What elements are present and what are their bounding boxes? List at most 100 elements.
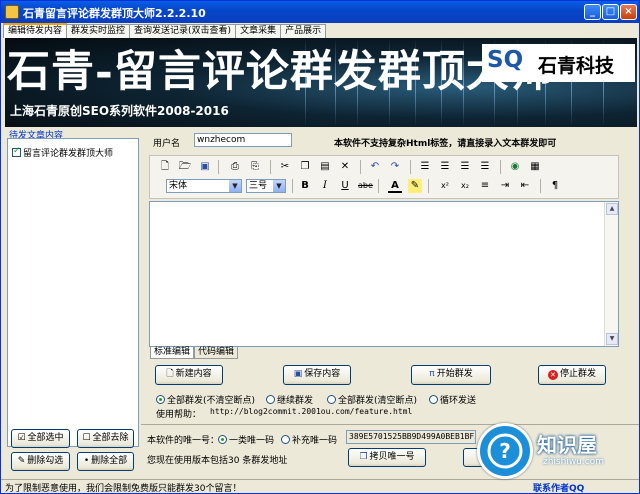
strikethrough-icon[interactable]: abe xyxy=(358,179,373,193)
title-bar[interactable]: 石青留言评论群发群顶大师2.2.2.10 _ □ × xyxy=(1,1,639,23)
pi-icon: π xyxy=(429,369,435,379)
align-center-icon[interactable]: ☰ xyxy=(438,160,452,174)
tab-monitor[interactable]: 群发实时监控 xyxy=(66,24,131,38)
question-icon: ? xyxy=(477,423,533,479)
radio-icon xyxy=(281,435,290,444)
remove-all-button[interactable]: ☐ 全部去除 xyxy=(77,429,134,448)
close-button[interactable]: × xyxy=(620,4,637,20)
superscript-icon[interactable]: x² xyxy=(438,179,452,193)
logo-sq: SQ xyxy=(487,47,524,73)
mode-option-1[interactable]: 全部群发(不清空断点) xyxy=(156,393,255,406)
italic-icon[interactable]: I xyxy=(318,179,332,193)
mode-option-4[interactable]: 循环发送 xyxy=(429,393,476,406)
save-content-button[interactable]: ▣ 保存内容 xyxy=(283,365,351,385)
start-send-button[interactable]: π 开始群发 xyxy=(411,365,491,385)
delete-icon[interactable]: ✕ xyxy=(338,160,352,174)
watermark-text: 知识屋 xyxy=(537,433,597,457)
link-icon[interactable]: ◉ xyxy=(508,160,522,174)
checkbox-icon: ☑ xyxy=(17,433,26,443)
help-link[interactable]: http://blog2commit.2001ou.com/feature.ht… xyxy=(210,407,412,416)
html-notice: 本软件不支持复杂Html标签，请直接录入文本群发即可 xyxy=(334,139,557,149)
chevron-down-icon: ▼ xyxy=(273,180,285,192)
username-field[interactable]: wnzhecom xyxy=(194,133,292,147)
paragraph-icon[interactable]: ¶ xyxy=(548,179,562,193)
radio-icon xyxy=(429,395,438,404)
main-window: 石青留言评论群发群顶大师2.2.2.10 _ □ × 编辑待发内容 群发实时监控查… xyxy=(0,0,640,494)
maximize-button[interactable]: □ xyxy=(602,4,619,20)
article-list-panel: 待发文章内容 留言评论群发群顶大师 xyxy=(5,129,139,473)
tab-products[interactable]: 产品展示 xyxy=(280,24,327,38)
redo-icon[interactable]: ↷ xyxy=(388,160,402,174)
new-doc-icon[interactable]: 🗋 xyxy=(158,160,172,174)
print-icon[interactable]: ⎙ xyxy=(228,160,242,174)
copy-icon[interactable]: ❐ xyxy=(298,160,312,174)
scroll-up-icon: ▲ xyxy=(606,203,618,215)
list-item[interactable]: 留言评论群发群顶大师 xyxy=(12,146,113,159)
svg-text:?: ? xyxy=(499,439,511,463)
contact-author-link[interactable]: 联系作者QQ xyxy=(533,481,584,494)
font-color-icon[interactable]: A xyxy=(388,179,402,193)
eraser-icon: ✎ xyxy=(17,456,26,466)
font-size-select[interactable]: 三号 ▼ xyxy=(246,179,286,193)
app-icon xyxy=(5,5,19,19)
minimize-button[interactable]: _ xyxy=(584,4,601,20)
logo-text: 石青科技 xyxy=(538,55,615,77)
cut-icon[interactable]: ✂ xyxy=(278,160,292,174)
stop-send-button[interactable]: ✕ 停止群发 xyxy=(538,365,606,385)
main-tabs: 编辑待发内容 群发实时监控 查询发送记录(双击查看) 文章采集 产品展示 xyxy=(3,23,327,38)
content-editor[interactable]: ▲ ▼ xyxy=(149,201,619,347)
paste-icon[interactable]: ▤ xyxy=(318,160,332,174)
copy-id-button[interactable]: ❐ 拷贝唯一号 xyxy=(348,448,426,467)
article-list[interactable]: 留言评论群发群顶大师 xyxy=(7,138,139,447)
help-label: 使用帮助： xyxy=(156,410,202,420)
highlight-icon[interactable]: ✎ xyxy=(408,179,422,193)
undo-icon[interactable]: ↶ xyxy=(368,160,382,174)
delete-all-button[interactable]: • 删除全部 xyxy=(77,452,134,471)
unique-id-field[interactable]: 389E5701525BB9D499A0BEB1BF34 xyxy=(346,430,476,444)
open-folder-icon[interactable]: 🗁 xyxy=(178,160,192,174)
mode-option-3[interactable]: 全部群发(清空断点) xyxy=(327,393,417,406)
banner: 石青-留言评论群发群顶大师 上海石青原创SEO系列软件2008-2016 SQ … xyxy=(5,38,637,127)
scroll-down-icon: ▼ xyxy=(606,333,618,345)
table-icon[interactable]: ▦ xyxy=(528,160,542,174)
save-disk-icon: ▣ xyxy=(293,369,303,379)
font-select[interactable]: 宋体 ▼ xyxy=(166,179,242,193)
justify-icon[interactable]: ☰ xyxy=(478,160,492,174)
indent-icon[interactable]: ⇥ xyxy=(498,179,512,193)
username-label: 用户名 xyxy=(153,139,181,149)
checkbox-icon: ☐ xyxy=(82,433,91,443)
tab-standard-edit[interactable]: 标准编辑 xyxy=(150,347,195,359)
chevron-down-icon: ▼ xyxy=(229,180,241,192)
dot-icon: • xyxy=(83,456,90,466)
mode-option-2[interactable]: 继续群发 xyxy=(266,393,313,406)
align-left-icon[interactable]: ☰ xyxy=(418,160,432,174)
id-type-1[interactable]: 一类唯一码 xyxy=(218,433,274,446)
delete-checked-button[interactable]: ✎ 删除勾选 xyxy=(11,452,70,471)
radio-icon xyxy=(266,395,275,404)
editor-toolbar: 🗋 🗁 ▣ ⎙ ⎘ ✂ ❐ ▤ ✕ ↶ ↷ ☰ ☰ ☰ ☰ ◉ ▦ 宋体 ▼ 三号… xyxy=(149,155,619,199)
id-type-2[interactable]: 补充唯一码 xyxy=(281,433,337,446)
new-content-button[interactable]: 🗋 新建内容 xyxy=(155,365,223,385)
print-preview-icon[interactable]: ⎘ xyxy=(248,160,262,174)
new-doc-icon: 🗋 xyxy=(166,369,174,379)
tab-send-records[interactable]: 查询发送记录(双击查看) xyxy=(129,24,237,38)
tab-edit-content[interactable]: 编辑待发内容 xyxy=(3,23,68,38)
list-item-label: 留言评论群发群顶大师 xyxy=(23,149,114,159)
checkbox-icon[interactable] xyxy=(12,146,21,157)
underline-icon[interactable]: U xyxy=(338,179,352,193)
tab-code-edit[interactable]: 代码编辑 xyxy=(194,347,239,359)
unique-id-label: 本软件的唯一号： xyxy=(147,436,220,446)
align-right-icon[interactable]: ☰ xyxy=(458,160,472,174)
watermark-url: zhishiwu.com xyxy=(543,457,604,467)
editor-scrollbar[interactable]: ▲ ▼ xyxy=(604,202,618,346)
select-all-button[interactable]: ☑ 全部选中 xyxy=(11,429,70,448)
tab-article-collect[interactable]: 文章采集 xyxy=(235,24,282,38)
outdent-icon[interactable]: ⇤ xyxy=(518,179,532,193)
window-title: 石青留言评论群发群顶大师2.2.2.10 xyxy=(23,7,206,20)
save-disk-icon[interactable]: ▣ xyxy=(198,160,212,174)
radio-icon xyxy=(218,435,227,444)
editor-tabs: 标准编辑 代码编辑 xyxy=(150,347,239,359)
subscript-icon[interactable]: x₂ xyxy=(458,179,472,193)
ordered-list-icon[interactable]: ≡ xyxy=(478,179,492,193)
bold-icon[interactable]: B xyxy=(298,179,312,193)
